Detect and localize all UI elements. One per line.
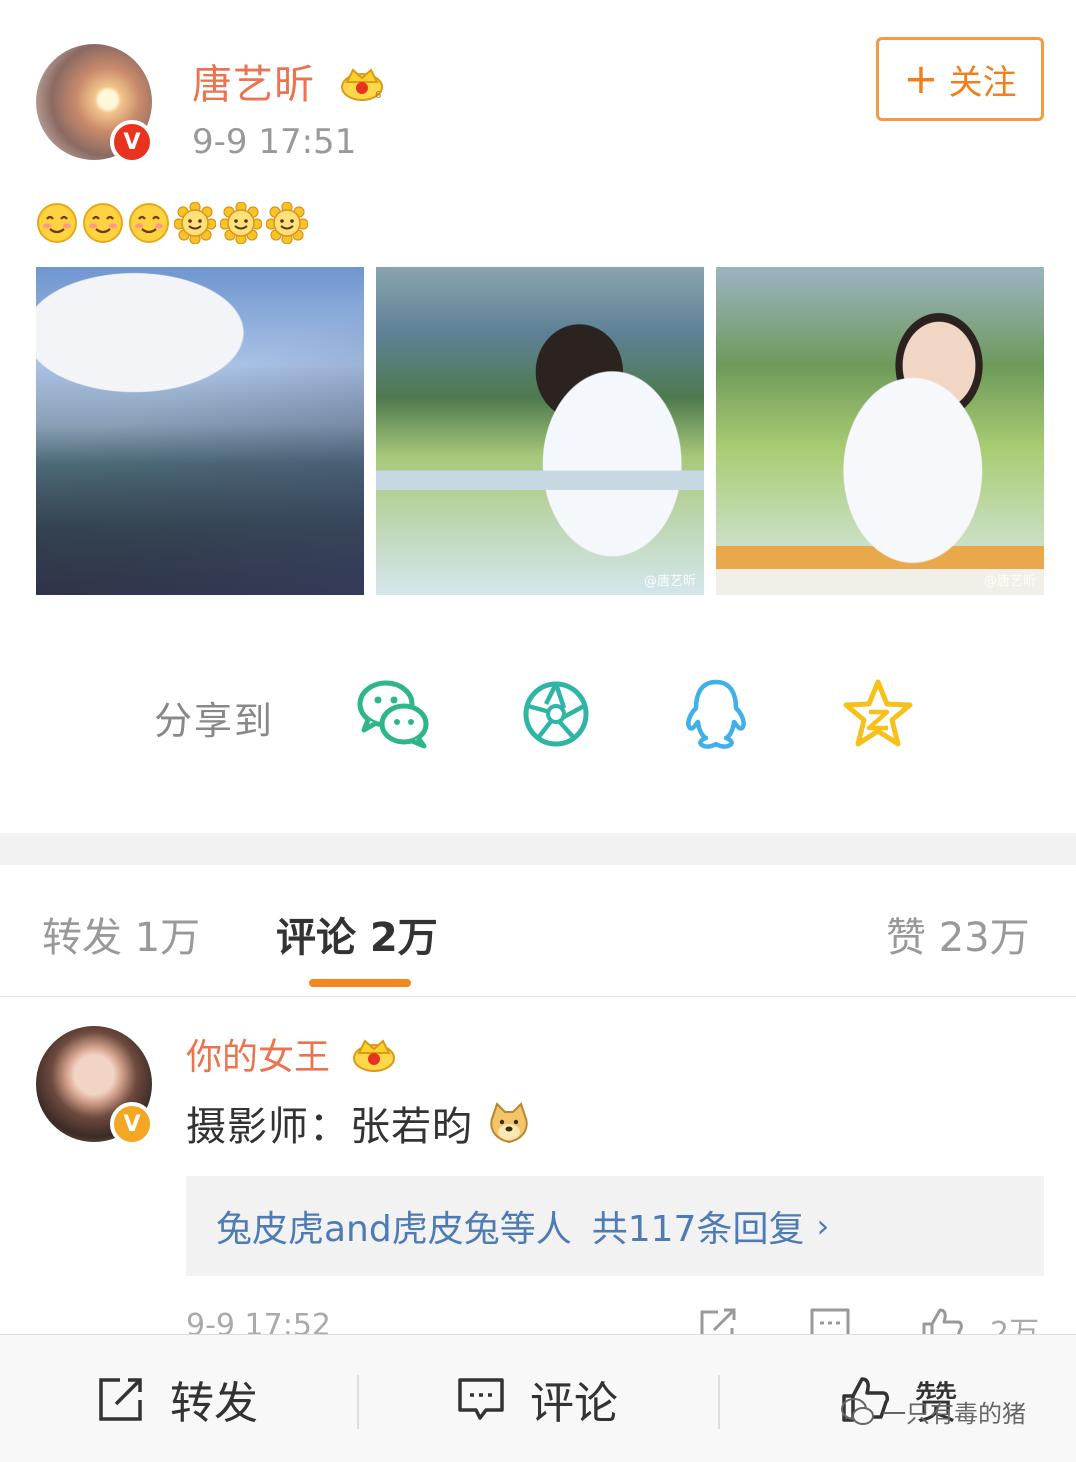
- sunflower-emoji-icon: [220, 202, 262, 244]
- vip-crown-icon: [353, 1039, 396, 1072]
- follow-label: 关注: [948, 62, 1017, 103]
- watermark-text: 一只有毒的猪: [882, 1400, 1026, 1428]
- toolbar-divider: [357, 1375, 359, 1429]
- author-name[interactable]: 唐艺昕 6: [192, 52, 385, 110]
- toolbar-divider: [718, 1375, 720, 1429]
- qzone-icon[interactable]: [838, 674, 918, 754]
- commenter-name[interactable]: 你的女王: [186, 1028, 397, 1080]
- commenter-name-text: 你的女王: [186, 1037, 331, 1078]
- post-text-emojis: [36, 202, 308, 244]
- sunflower-emoji-icon: [266, 202, 308, 244]
- post-timestamp: 9-9 17:51: [192, 122, 357, 162]
- tab-repost[interactable]: 转发 1万: [42, 905, 200, 963]
- smile-emoji-icon: [83, 203, 123, 243]
- reply-summary-link[interactable]: 兔皮虎and虎皮兔等人 共117条回复 ›: [186, 1176, 1044, 1276]
- verified-badge-icon: V: [110, 120, 154, 164]
- toolbar-repost-button[interactable]: 转发: [96, 1335, 258, 1462]
- tab-comments[interactable]: 评论 2万: [276, 905, 438, 963]
- toolbar-comment-button[interactable]: 评论: [456, 1335, 618, 1462]
- repost-icon: [99, 1378, 142, 1421]
- chevron-right-icon: ›: [816, 1207, 830, 1245]
- comment-text-content: 摄影师：张若昀: [186, 1104, 473, 1150]
- toolbar-repost-label: 转发: [170, 1378, 258, 1429]
- post-photo-2[interactable]: @唐艺昕: [376, 267, 704, 595]
- author-avatar[interactable]: V: [36, 44, 154, 164]
- tab-likes[interactable]: 赞 23万: [886, 905, 1030, 963]
- comment-item: V 你的女王 摄影师：张若昀 兔皮虎and虎皮兔等人 共117条回复 › 9-9…: [0, 998, 1076, 1351]
- comment-text: 摄影师：张若昀: [186, 1094, 531, 1152]
- reply-count: 共117条回复: [591, 1209, 805, 1250]
- smile-emoji-icon: [37, 203, 77, 243]
- photo-watermark: @唐艺昕: [983, 574, 1036, 589]
- commenter-avatar[interactable]: V: [36, 1026, 154, 1146]
- smile-emoji-icon: [129, 203, 169, 243]
- doge-emoji-icon: [490, 1102, 528, 1144]
- wechat-watermark: 一只有毒的猪: [840, 1394, 1026, 1429]
- follow-button[interactable]: + 关注: [876, 37, 1044, 121]
- wechat-watermark-icon: [841, 1397, 874, 1425]
- post-header: V 唐艺昕 6 9-9 17:51 + 关注: [0, 0, 1076, 190]
- moments-icon[interactable]: [516, 674, 596, 754]
- qq-icon[interactable]: [676, 674, 756, 754]
- share-label: 分享到: [154, 699, 275, 743]
- toolbar-comment-label: 评论: [530, 1378, 618, 1429]
- wechat-icon[interactable]: [354, 674, 434, 754]
- engagement-tabs: 转发 1万 评论 2万 赞 23万: [0, 865, 1076, 997]
- verified-badge-icon: V: [110, 1102, 154, 1146]
- photo-grid: @唐艺昕 @唐艺昕: [36, 267, 1044, 595]
- photo-watermark: @唐艺昕: [643, 574, 696, 589]
- comment-icon: [458, 1378, 504, 1420]
- plus-icon: +: [903, 54, 939, 103]
- svg-text:6: 6: [375, 90, 382, 101]
- vip-crown-icon: 6: [340, 68, 383, 101]
- post-photo-1[interactable]: [36, 267, 364, 595]
- sunflower-emoji-icon: [174, 202, 216, 244]
- share-row: 分享到: [0, 660, 1076, 770]
- reply-users: 兔皮虎and虎皮兔等人: [216, 1209, 572, 1250]
- section-divider: [0, 833, 1076, 865]
- author-name-text: 唐艺昕: [192, 62, 315, 108]
- post-photo-3[interactable]: @唐艺昕: [716, 267, 1044, 595]
- active-tab-indicator: [309, 979, 411, 987]
